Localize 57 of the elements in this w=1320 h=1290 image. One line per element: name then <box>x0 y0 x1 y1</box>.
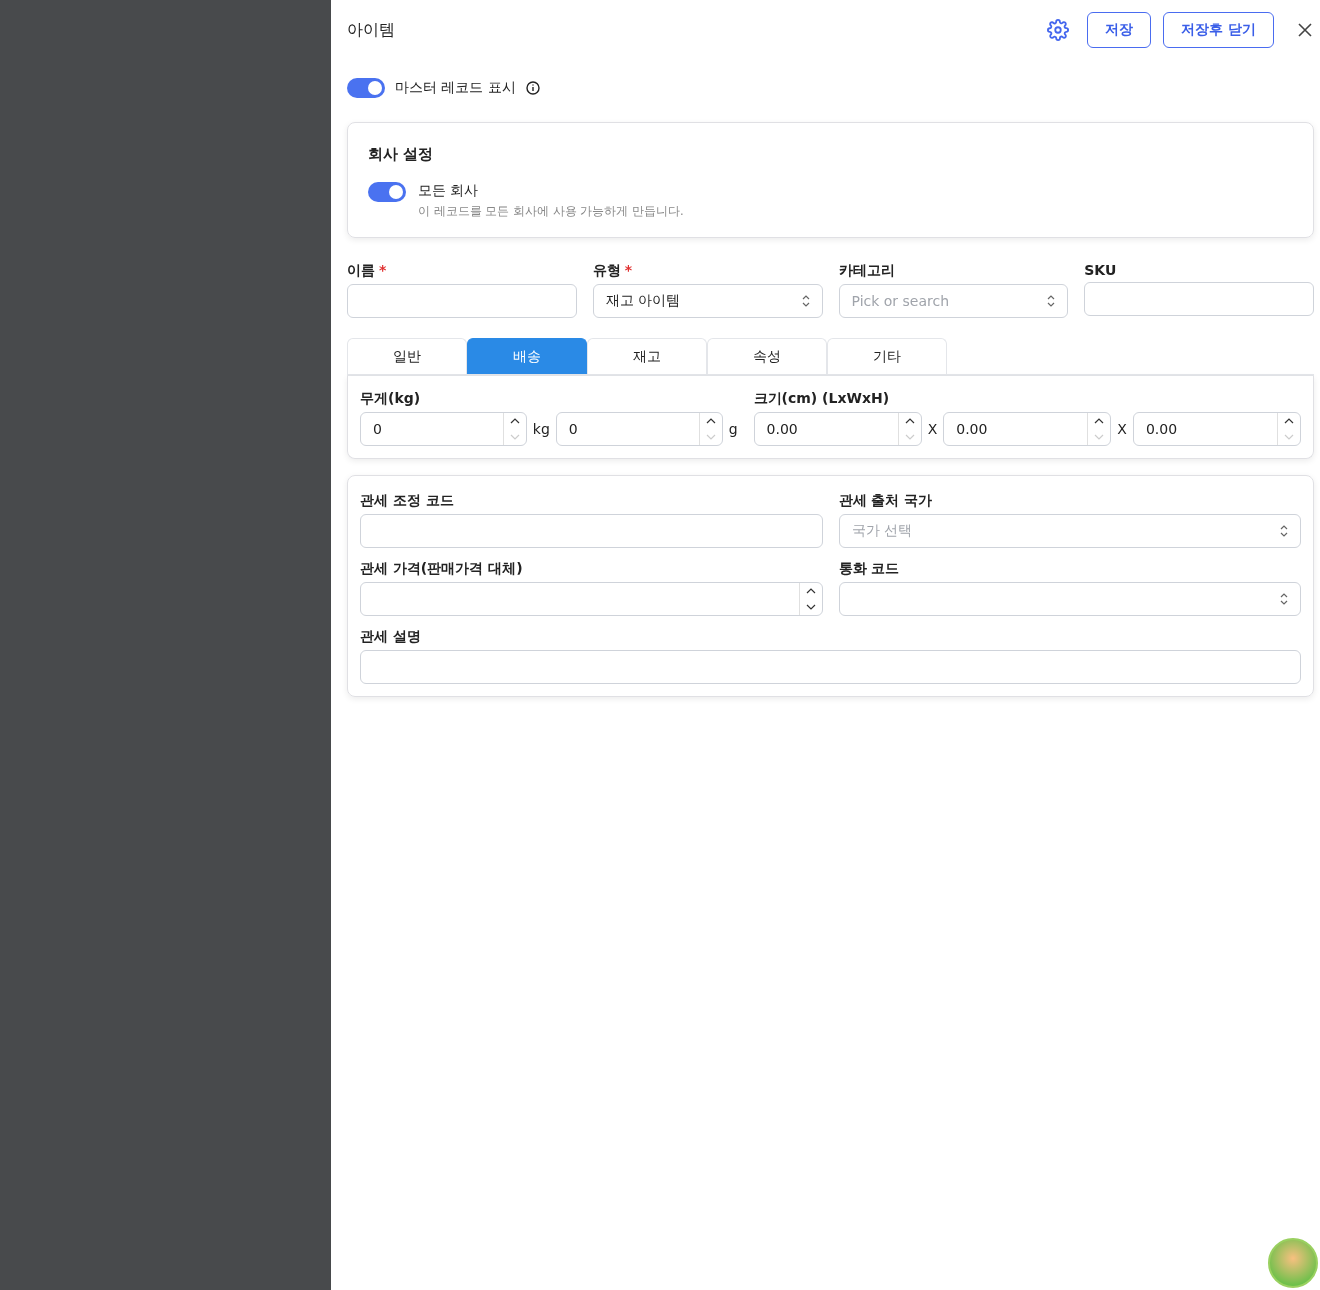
settings-icon[interactable] <box>1047 19 1070 41</box>
tab[interactable]: 재고 <box>587 338 707 374</box>
unit-label: kg <box>532 421 550 437</box>
close-icon[interactable] <box>1298 23 1312 37</box>
chevron-updown-icon <box>801 295 810 307</box>
toggle-description: 이 레코드를 모든 회사에 사용 가능하게 만듭니다. <box>418 204 684 219</box>
field-label: 크기(cm) (LxWxH) <box>753 390 891 408</box>
chevron-updown-icon <box>1280 525 1288 537</box>
tab[interactable]: 일반 <box>347 338 467 374</box>
required-mark: * <box>624 262 633 278</box>
number-field[interactable]: 0 <box>360 412 527 446</box>
number-field[interactable]: 0.00 <box>943 412 1112 446</box>
drawer-title: 아이템 <box>347 19 395 41</box>
required-mark: * <box>379 262 387 278</box>
chevron-up-icon[interactable] <box>805 588 816 594</box>
chevron-updown-icon <box>1280 593 1288 605</box>
field-label: 관세 출처 국가 <box>838 492 934 510</box>
save-button[interactable]: 저장 <box>1087 12 1152 48</box>
separator-label: X <box>927 421 938 437</box>
field-label: 통화 코드 <box>838 560 901 578</box>
tab[interactable]: 속성 <box>707 338 827 374</box>
chevron-updown-icon <box>1047 295 1056 307</box>
chevron-up-icon[interactable] <box>904 418 915 424</box>
select-field[interactable] <box>838 582 1301 616</box>
save-and-close-button[interactable]: 저장후 닫기 <box>1163 12 1274 48</box>
select-field[interactable]: 재고 아이템 <box>592 284 823 318</box>
number-field[interactable]: 0.00 <box>753 412 922 446</box>
chevron-up-icon[interactable] <box>509 418 520 424</box>
number-field[interactable] <box>360 582 823 616</box>
input-field[interactable] <box>347 284 577 318</box>
info-icon <box>525 81 540 95</box>
toggle-label: 모든 회사 <box>418 182 480 200</box>
field-label: 관세 설명 <box>360 628 422 646</box>
field-label: 유형 <box>592 262 621 278</box>
field-label: 무게(kg) <box>360 390 422 408</box>
unit-label: g <box>728 421 738 437</box>
chevron-up-icon[interactable] <box>1284 418 1294 424</box>
tab[interactable]: 배송 <box>467 338 587 374</box>
toggle-label: 마스터 레코드 표시 <box>395 79 516 97</box>
input-field[interactable] <box>360 650 1301 684</box>
separator-label: X <box>1117 421 1127 437</box>
field-label: 관세 조정 코드 <box>360 492 455 510</box>
chevron-up-icon[interactable] <box>705 418 716 424</box>
card-title: 회사 설정 <box>368 145 435 164</box>
field-label: 이름 <box>347 262 375 278</box>
tab[interactable]: 기타 <box>827 338 947 374</box>
chevron-up-icon[interactable] <box>1094 418 1105 424</box>
field-label: 관세 가격(판매가격 대체) <box>360 560 524 578</box>
toggle-switch[interactable] <box>368 182 406 202</box>
field-label: SKU <box>1084 262 1117 278</box>
chevron-down-icon[interactable] <box>805 604 816 610</box>
toggle-switch[interactable] <box>347 78 385 98</box>
number-field[interactable]: 0 <box>555 412 723 446</box>
number-field[interactable]: 0.00 <box>1132 412 1301 446</box>
field-label: 카테고리 <box>838 262 895 278</box>
input-field[interactable] <box>360 514 823 548</box>
input-field[interactable] <box>1084 282 1314 316</box>
